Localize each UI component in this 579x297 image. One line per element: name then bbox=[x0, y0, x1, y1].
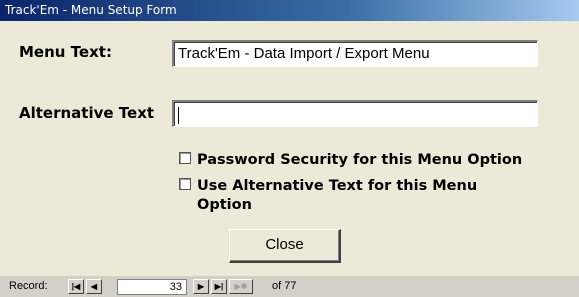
password-security-label: Password Security for this Menu Option bbox=[197, 152, 523, 168]
use-alternative-text-label-line1: Use Alternative Text for this Menu bbox=[197, 178, 478, 194]
previous-record-icon[interactable]: ◀ bbox=[86, 279, 102, 294]
menu-text-field[interactable]: Track'Em - Data Import / Export Menu bbox=[172, 40, 538, 67]
alternative-text-label: Alternative Text bbox=[19, 104, 155, 122]
window-title: Track'Em - Menu Setup Form bbox=[5, 3, 177, 17]
password-security-checkbox[interactable] bbox=[179, 152, 191, 164]
record-count: of 77 bbox=[272, 280, 297, 292]
use-alternative-text-label-line2: Option bbox=[197, 197, 252, 213]
use-alternative-text-checkbox[interactable] bbox=[179, 178, 191, 190]
use-alternative-text-label: Use Alternative Text for this Menu Optio… bbox=[197, 177, 477, 215]
last-record-icon[interactable]: ▶| bbox=[211, 279, 227, 294]
new-record-icon[interactable]: ▶✱ bbox=[229, 279, 253, 294]
first-record-icon[interactable]: |◀ bbox=[68, 279, 84, 294]
next-record-icon[interactable]: ▶ bbox=[193, 279, 209, 294]
window-titlebar: Track'Em - Menu Setup Form bbox=[0, 0, 579, 21]
text-caret bbox=[178, 107, 179, 124]
record-navigation-bar: Record: |◀ ◀ 33 ▶ ▶| ▶✱ of 77 bbox=[0, 276, 579, 297]
close-button[interactable]: Close bbox=[229, 229, 341, 263]
menu-setup-form: Menu Text: Track'Em - Data Import / Expo… bbox=[0, 21, 579, 276]
current-record-field[interactable]: 33 bbox=[117, 279, 187, 295]
menu-text-label: Menu Text: bbox=[19, 43, 112, 61]
alternative-text-field[interactable] bbox=[172, 100, 538, 127]
record-label: Record: bbox=[9, 280, 48, 292]
